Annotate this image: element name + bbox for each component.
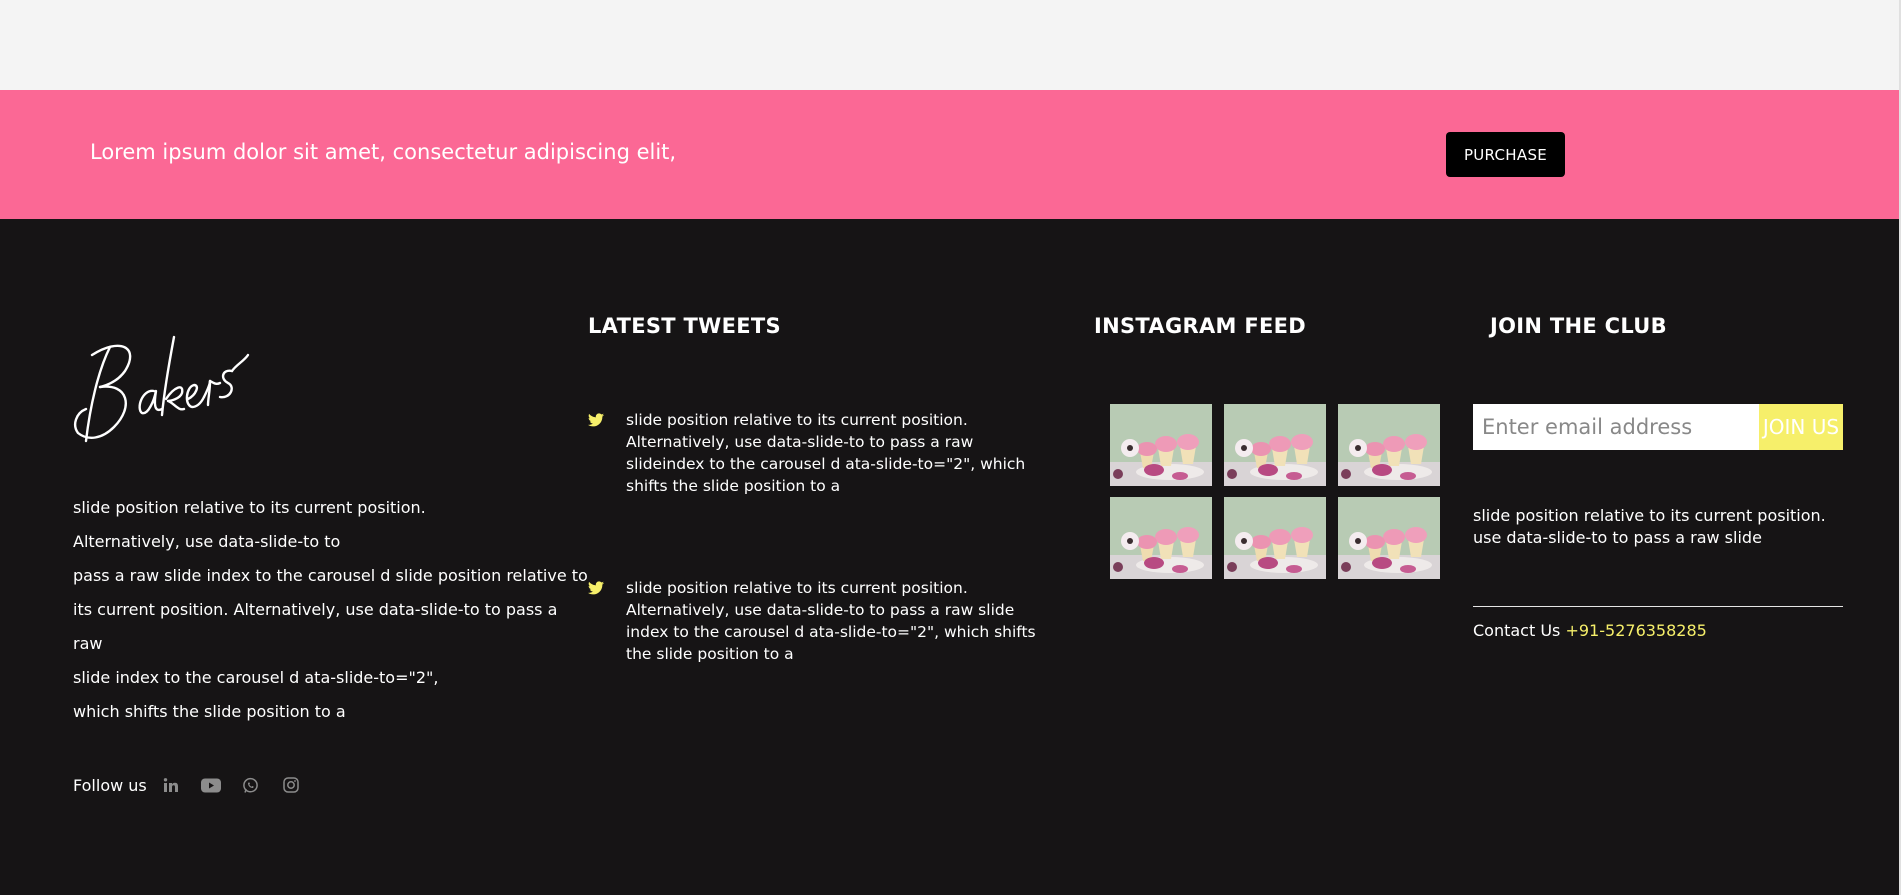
youtube-icon[interactable] — [200, 775, 221, 795]
follow-label: Follow us — [73, 775, 147, 795]
email-input[interactable] — [1473, 404, 1759, 450]
newsletter-form: JOIN US — [1473, 404, 1843, 450]
contact-info: Contact Us +91-5276358285 — [1473, 621, 1707, 640]
follow-us: Follow us — [73, 775, 301, 795]
linkedin-icon[interactable] — [161, 775, 181, 795]
about-text: slide position relative to its current p… — [73, 491, 588, 729]
instagram-thumbnail[interactable] — [1338, 497, 1440, 579]
tweets-title: LATEST TWEETS — [588, 314, 781, 338]
instagram-title: INSTAGRAM FEED — [1094, 314, 1306, 338]
whatsapp-icon[interactable] — [241, 775, 261, 795]
tweet-item: slide position relative to its current p… — [588, 577, 1038, 665]
purchase-banner: Lorem ipsum dolor sit amet, consectetur … — [0, 90, 1899, 219]
purchase-button[interactable]: PURCHASE — [1446, 132, 1565, 177]
site-footer: slide position relative to its current p… — [0, 219, 1899, 895]
about-line: raw — [73, 634, 103, 653]
tweet-item: slide position relative to its current p… — [588, 409, 1038, 497]
join-us-button[interactable]: JOIN US — [1759, 404, 1843, 450]
instagram-thumbnail[interactable] — [1338, 404, 1440, 486]
divider — [1473, 606, 1843, 607]
twitter-icon — [588, 577, 626, 665]
twitter-icon — [588, 409, 626, 497]
club-description: slide position relative to its current p… — [1473, 506, 1826, 547]
about-line: Alternatively, use data-slide-to to — [73, 532, 341, 551]
about-line: which shifts the slide position to a — [73, 702, 346, 721]
top-spacer — [0, 0, 1901, 90]
instagram-thumbnail[interactable] — [1110, 404, 1212, 486]
instagram-grid — [1110, 404, 1440, 579]
social-links — [161, 775, 301, 795]
instagram-thumbnail[interactable] — [1224, 497, 1326, 579]
tweet-text: slide position relative to its current p… — [626, 411, 1026, 495]
instagram-thumbnail[interactable] — [1224, 404, 1326, 486]
about-line: pass a raw slide index to the carousel d… — [73, 566, 588, 585]
bakers-logo[interactable] — [70, 329, 255, 449]
phone-link[interactable]: +91-5276358285 — [1565, 621, 1706, 640]
instagram-icon[interactable] — [281, 775, 301, 795]
about-line: slide position relative to its current p… — [73, 498, 426, 517]
club-title: JOIN THE CLUB — [1490, 314, 1667, 338]
tweet-text: slide position relative to its current p… — [626, 579, 1036, 663]
banner-text: Lorem ipsum dolor sit amet, consectetur … — [90, 140, 677, 164]
contact-label: Contact Us — [1473, 621, 1561, 640]
instagram-thumbnail[interactable] — [1110, 497, 1212, 579]
about-line: slide index to the carousel d ata-slide-… — [73, 668, 439, 687]
about-line: its current position. Alternatively, use… — [73, 600, 558, 619]
